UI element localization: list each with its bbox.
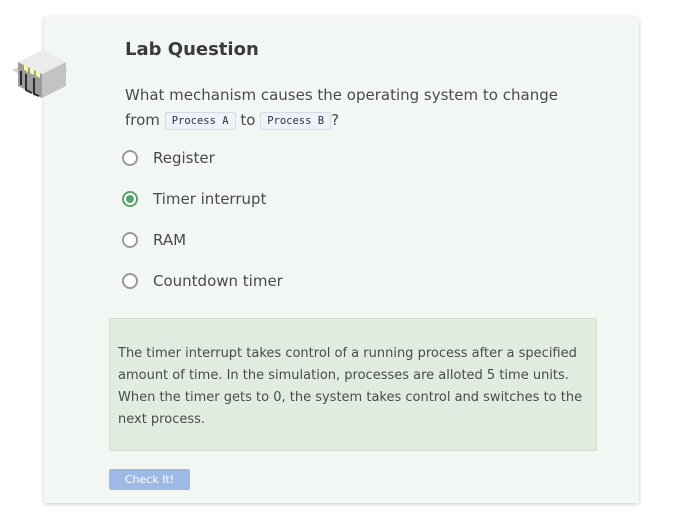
server-rack-icon xyxy=(12,50,68,98)
option-timer-interrupt[interactable]: Timer interrupt xyxy=(122,187,283,210)
page: Lab Question What mechanism causes the o… xyxy=(0,0,681,525)
check-it-button[interactable]: Check It! xyxy=(109,469,190,490)
code-process-b: Process B xyxy=(260,112,332,130)
lab-title: Lab Question xyxy=(125,39,259,60)
option-ram[interactable]: RAM xyxy=(122,228,283,251)
code-process-a: Process A xyxy=(164,112,236,130)
question-part-after: ? xyxy=(331,111,340,129)
feedback-text: The timer interrupt takes control of a r… xyxy=(118,346,583,427)
option-label: Countdown timer xyxy=(153,271,283,290)
option-label: Register xyxy=(153,148,215,167)
radio-ram[interactable] xyxy=(122,231,138,248)
question-part-middle: to xyxy=(235,111,261,129)
radio-countdown-timer[interactable] xyxy=(122,272,138,289)
radio-timer-interrupt[interactable] xyxy=(122,190,138,207)
feedback-box: The timer interrupt takes control of a r… xyxy=(109,318,597,451)
option-label: RAM xyxy=(153,230,187,249)
option-countdown-timer[interactable]: Countdown timer xyxy=(122,269,283,292)
question-text: What mechanism causes the operating syst… xyxy=(125,83,595,133)
radio-register[interactable] xyxy=(122,149,138,166)
answer-options: Register Timer interrupt RAM Countdown t… xyxy=(122,146,283,310)
option-label: Timer interrupt xyxy=(153,189,267,208)
option-register[interactable]: Register xyxy=(122,146,283,169)
